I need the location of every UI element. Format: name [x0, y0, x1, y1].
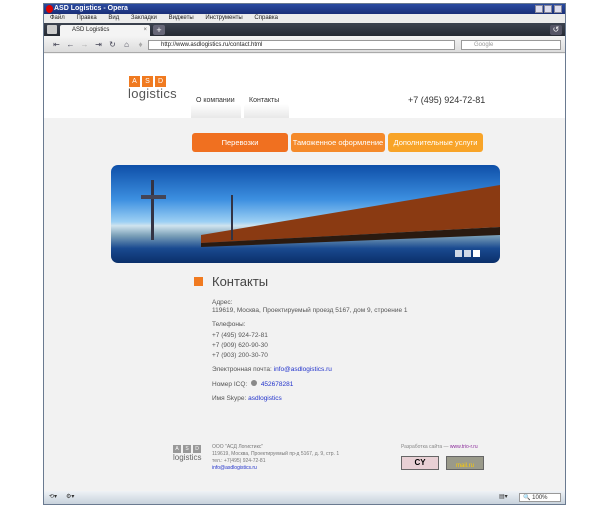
nav-tab-bg [191, 104, 241, 118]
web-page: A S D logistics О компании Контакты +7 (… [44, 54, 565, 491]
menu-bar: Файл Правка Вид Закладки Виджеты Инструм… [44, 14, 565, 23]
footer-email-link[interactable]: info@asdlogistics.ru [212, 465, 339, 472]
nav-contacts[interactable]: Контакты [249, 97, 279, 104]
address-label: Адрес: [212, 299, 233, 306]
home-icon[interactable]: ⌂ [122, 40, 131, 49]
icq-flower-icon [251, 380, 257, 386]
view-icon[interactable]: ▤▾ [499, 493, 508, 500]
menu-edit[interactable]: Правка [76, 15, 96, 21]
mailru-counter-badge[interactable]: mail.ru [446, 456, 484, 470]
panel-toggle-icon[interactable] [47, 25, 57, 34]
btn-extra-services[interactable]: Дополнительные услуги [388, 133, 483, 152]
window-title: ASD Logistics - Opera [54, 5, 128, 12]
search-input[interactable]: Google [461, 40, 561, 50]
close-tab-icon[interactable]: × [143, 25, 147, 36]
email-link[interactable]: info@asdlogistics.ru [274, 366, 332, 373]
btn-transport[interactable]: Перевозки [192, 133, 288, 152]
btn-customs[interactable]: Таможенное оформление [291, 133, 385, 152]
dev-link[interactable]: www.trio-r.ru [450, 444, 478, 450]
icq-link[interactable]: 452678281 [261, 381, 294, 388]
logo-letter: A [173, 445, 181, 453]
logo-letter: D [193, 445, 201, 453]
site-header: A S D logistics О компании Контакты +7 (… [44, 54, 565, 118]
slide-dot[interactable] [464, 250, 471, 257]
logo-letter: S [183, 445, 191, 453]
header-phone: +7 (495) 924-72-81 [408, 95, 486, 105]
icq-label: Номер ICQ: [212, 381, 248, 388]
tab-asd-logistics[interactable]: ASD Logistics × [60, 25, 150, 36]
back-icon[interactable]: ← [66, 40, 75, 49]
minimize-button[interactable] [535, 5, 543, 13]
page-title: Контакты [212, 274, 269, 289]
slide-dot[interactable] [455, 250, 462, 257]
slide-dot[interactable] [473, 250, 480, 257]
wand-icon[interactable]: ♦ [136, 40, 145, 49]
menu-tools[interactable]: Инструменты [205, 15, 242, 21]
logo-word: logistics [173, 453, 202, 462]
footer-logo[interactable]: A S D logistics [173, 445, 201, 462]
address-toolbar: ⇤ ← → ⇥ ↻ ⌂ ♦ http://www.asdlogistics.ru… [44, 36, 565, 53]
close-button[interactable] [554, 5, 562, 13]
sync-icon[interactable]: ⟲▾ [49, 493, 57, 500]
train-illustration [141, 180, 500, 247]
zoom-value: 100% [532, 495, 548, 501]
banner-image [111, 165, 500, 263]
skype-link[interactable]: asdlogistics [248, 395, 282, 402]
footer-address: 119619, Москва, Проектируемый пр-д 5167,… [212, 451, 340, 457]
yandex-cy-badge[interactable]: CY [401, 456, 439, 470]
tab-title: ASD Logistics [72, 27, 110, 33]
logo-word: logistics [128, 86, 177, 101]
reload-icon[interactable]: ↻ [108, 40, 117, 49]
address-input[interactable]: http://www.asdlogistics.ru/contact.html [148, 40, 455, 50]
new-tab-button[interactable]: + [153, 25, 165, 35]
tab-bar: ASD Logistics × + ↺ [44, 23, 565, 36]
trash-undo-icon[interactable]: ↺ [550, 25, 562, 35]
rewind-icon[interactable]: ⇤ [52, 40, 61, 49]
nav-tab-bg [244, 104, 289, 118]
developer-credit: Разработка сайта — www.trio-r.ru [401, 444, 478, 450]
phones-label: Телефоны: [212, 321, 246, 328]
phone-2: +7 (909) 620-90-30 [212, 342, 268, 349]
heading-bullet-icon [194, 277, 203, 286]
menu-widgets[interactable]: Виджеты [169, 15, 194, 21]
fast-forward-icon[interactable]: ⇥ [94, 40, 103, 49]
menu-file[interactable]: Файл [50, 15, 65, 21]
email-label: Электронная почта: [212, 366, 272, 373]
nav-about[interactable]: О компании [196, 97, 235, 104]
site-logo[interactable]: A S D logistics [128, 76, 177, 101]
zoom-select[interactable]: 🔍 100% [519, 493, 561, 502]
title-bar: ASD Logistics - Opera [44, 4, 565, 14]
footer-info: ООО "АСД Логистикс" 119619, Москва, Прое… [212, 444, 339, 472]
menu-view[interactable]: Вид [108, 15, 119, 21]
phone-1: +7 (495) 924-72-81 [212, 332, 268, 339]
address-value: 119619, Москва, Проектируемый проезд 516… [212, 307, 408, 314]
turbo-icon[interactable]: ⚙▾ [66, 493, 74, 500]
menu-help[interactable]: Справка [254, 15, 278, 21]
contacts-block: Адрес: 119619, Москва, Проектируемый про… [212, 299, 408, 403]
status-bar: ⟲▾ ⚙▾ ▤▾ 🔍 100% [44, 491, 565, 504]
forward-icon[interactable]: → [80, 40, 89, 49]
dev-label: Разработка сайта — [401, 444, 449, 450]
maximize-button[interactable] [544, 5, 552, 13]
footer-phone: тел.: +7(495) 924-72-81 [212, 458, 266, 464]
opera-logo-icon [46, 5, 53, 13]
menu-bookmarks[interactable]: Закладки [131, 15, 157, 21]
browser-window: ASD Logistics - Opera Файл Правка Вид За… [43, 3, 566, 505]
phone-3: +7 (903) 200-30-70 [212, 352, 268, 359]
footer-company: ООО "АСД Логистикс" [212, 444, 264, 450]
skype-label: Имя Skype: [212, 395, 247, 402]
